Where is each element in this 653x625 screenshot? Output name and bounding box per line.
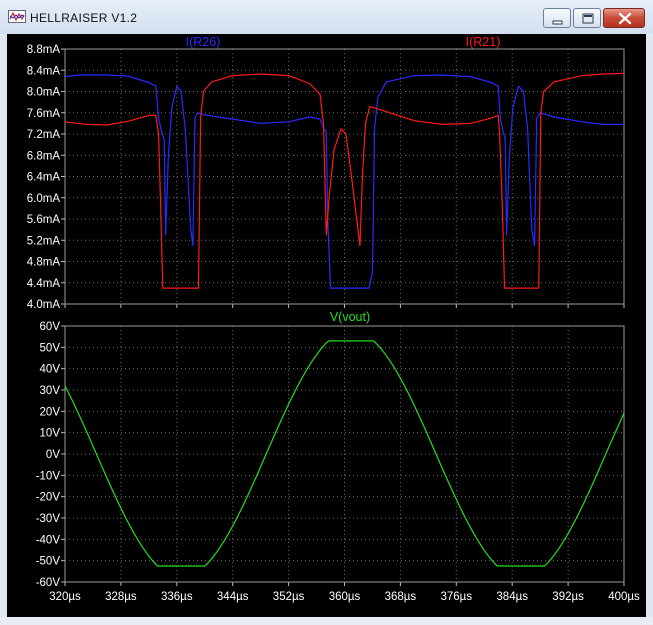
current-plot-ytick-label: 4.0mA — [27, 299, 61, 311]
minimize-icon — [552, 20, 563, 25]
voltage-plot-ytick-label: 10V — [40, 428, 61, 440]
x-tick-label: 344µs — [217, 591, 249, 603]
current-plot-ytick-label: 6.8mA — [27, 150, 61, 162]
current-plot-ytick-label: 4.8mA — [27, 257, 61, 269]
x-tick-label: 328µs — [105, 591, 137, 603]
x-tick-label: 368µs — [385, 591, 417, 603]
maximize-icon — [582, 13, 594, 24]
close-icon — [618, 12, 632, 25]
legend-vout: V(vout) — [330, 310, 370, 324]
current-plot-ytick-label: 7.2mA — [27, 129, 61, 141]
waveform-viewer[interactable]: 4.0mA 4.4mA 4.8mA 5.2mA 5.6mA 6.0mA 6.4mA 6.8mA… — [7, 34, 646, 617]
legend-ir26: I(R26) — [186, 35, 221, 49]
voltage-plot-ytick-label: 40V — [40, 364, 61, 376]
current-plot-ytick-label: 5.2mA — [27, 235, 61, 247]
current-plot-ytick-label: 6.4mA — [27, 172, 61, 184]
x-tick-label: 392µs — [552, 591, 584, 603]
voltage-plot-ytick-label: 30V — [40, 385, 61, 397]
x-tick-label: 360µs — [329, 591, 361, 603]
voltage-plot-ytick-label: -50V — [36, 556, 61, 568]
voltage-plot-ytick-label: -10V — [36, 470, 61, 482]
voltage-plot-ytick-label: -40V — [36, 534, 61, 546]
waveform-app-icon — [8, 10, 26, 23]
voltage-plot-ytick-label: -20V — [36, 492, 61, 504]
voltage-plot-ytick-label: -60V — [36, 577, 61, 589]
app-window: HELLRAISER V1.2 4.0mA 4.4mA 4.8mA 5.2mA 5.6m… — [0, 0, 653, 625]
current-plot-ytick-label: 5.6mA — [27, 214, 61, 226]
maximize-button[interactable] — [573, 8, 601, 28]
voltage-plot-ytick-label: 20V — [40, 406, 61, 418]
minimize-button[interactable] — [543, 8, 571, 28]
x-tick-label: 336µs — [161, 591, 193, 603]
current-plot-ytick-label: 8.0mA — [27, 87, 61, 99]
x-tick-label: 376µs — [441, 591, 473, 603]
title-bar[interactable]: HELLRAISER V1.2 — [0, 0, 653, 34]
x-tick-label: 352µs — [273, 591, 305, 603]
x-tick-label: 384µs — [496, 591, 528, 603]
voltage-plot-ytick-label: -30V — [36, 513, 61, 525]
close-button[interactable] — [603, 8, 645, 28]
voltage-plot-ytick-label: 50V — [40, 342, 61, 354]
current-plot-ytick-label: 8.8mA — [27, 44, 61, 56]
plot-canvas[interactable]: 4.0mA 4.4mA 4.8mA 5.2mA 5.6mA 6.0mA 6.4mA 6.8mA… — [7, 34, 646, 617]
current-plot-ytick-label: 6.0mA — [27, 193, 61, 205]
legend-ir21: I(R21) — [466, 35, 501, 49]
current-plot-ytick-label: 7.6mA — [27, 108, 61, 120]
x-tick-label: 400µs — [608, 591, 640, 603]
window-title: HELLRAISER V1.2 — [30, 11, 138, 25]
x-tick-label: 320µs — [49, 591, 81, 603]
voltage-plot-ytick-label: 0V — [46, 449, 60, 461]
current-plot-ytick-label: 8.4mA — [27, 65, 61, 77]
current-plot-ytick-label: 4.4mA — [27, 278, 61, 290]
voltage-plot-ytick-label: 60V — [40, 321, 61, 333]
status-bar — [0, 617, 653, 625]
